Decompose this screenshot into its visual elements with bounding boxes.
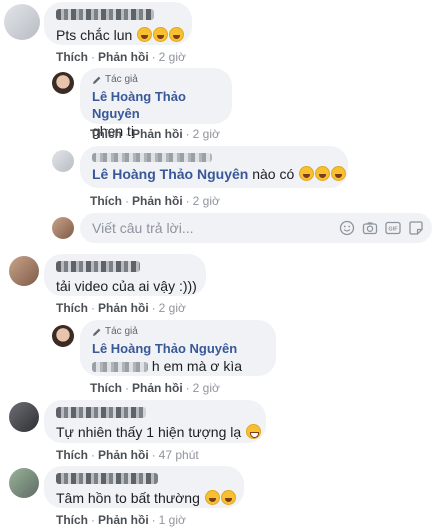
reply-link[interactable]: Phản hồi — [98, 448, 149, 462]
reply-link[interactable]: Phản hồi — [98, 301, 149, 315]
comment-actions: Thích · Phản hồi · 2 giờ — [90, 381, 220, 395]
comment-text: nào có — [252, 166, 295, 182]
commenter-name-blurred — [56, 473, 232, 486]
commenter-name-blurred — [56, 407, 254, 420]
mention-link[interactable]: Lê Hoàng Thảo Nguyên — [92, 166, 248, 182]
reply-link[interactable]: Phản hồi — [98, 513, 149, 527]
avatar[interactable] — [9, 468, 39, 498]
laughing-emoji — [220, 490, 236, 505]
gif-icon[interactable]: GIF — [385, 220, 401, 236]
reply-tools: GIF — [339, 220, 424, 236]
comment-bubble: Tâm hồn to bất thường — [44, 466, 244, 508]
laughing-emoji — [153, 27, 169, 42]
author-badge: Tác giả — [92, 325, 264, 338]
comment-text: Tự nhiên thấy 1 hiện tượng lạ — [56, 424, 242, 440]
comment-actions: Thích · Phản hồi · 2 giờ — [56, 301, 186, 315]
comment-text: h em mà ơ kìa — [151, 358, 242, 374]
commenter-name-blurred — [56, 9, 180, 23]
comment-bubble: Tự nhiên thấy 1 hiện tượng lạ — [44, 400, 266, 443]
avatar[interactable] — [9, 256, 39, 286]
pencil-icon — [93, 328, 101, 336]
comment-bubble: Tác giả Lê Hoàng Thảo Nguyên ghen tị — [80, 68, 232, 139]
comment-actions: Thích · Phản hồi · 2 giờ — [90, 127, 220, 141]
reply-box: GIF — [80, 213, 432, 243]
timestamp[interactable]: 1 giờ — [159, 513, 186, 527]
timestamp[interactable]: 2 giờ — [193, 381, 220, 395]
reply-input[interactable] — [92, 220, 339, 236]
comment-bubble: Lê Hoàng Thảo Nguyên nào có — [80, 146, 348, 188]
pencil-icon — [93, 76, 101, 84]
avatar[interactable] — [4, 4, 40, 40]
comment-actions: Thích · Phản hồi · 47 phút — [56, 448, 199, 462]
comment-actions: Thích · Phản hồi · 2 giờ — [90, 194, 220, 208]
like-link[interactable]: Thích — [56, 513, 88, 527]
svg-text:GIF: GIF — [388, 227, 398, 233]
avatar[interactable] — [52, 150, 74, 172]
reply-link[interactable]: Phản hồi — [132, 194, 183, 208]
emoji-icon[interactable] — [339, 220, 355, 236]
laughing-emoji — [137, 27, 153, 42]
timestamp[interactable]: 2 giờ — [159, 301, 186, 315]
smiling-emoji — [246, 424, 262, 439]
avatar[interactable] — [52, 325, 74, 347]
comment-actions: Thích · Phản hồi · 1 giờ — [56, 513, 186, 527]
sticker-icon[interactable] — [408, 220, 424, 236]
reply-link[interactable]: Phản hồi — [98, 50, 149, 64]
timestamp[interactable]: 47 phút — [159, 448, 199, 462]
like-link[interactable]: Thích — [56, 448, 88, 462]
author-badge: Tác giả — [92, 73, 220, 86]
laughing-emoji — [331, 166, 347, 181]
like-link[interactable]: Thích — [90, 194, 122, 208]
comment-text: Pts chắc lun — [56, 27, 133, 43]
laughing-emoji — [315, 166, 331, 181]
commenter-name-blurred — [92, 151, 336, 164]
current-user-avatar — [52, 217, 74, 239]
like-link[interactable]: Thích — [90, 127, 122, 141]
blurred-text — [92, 362, 148, 372]
timestamp[interactable]: 2 giờ — [193, 127, 220, 141]
laughing-emoji — [299, 166, 315, 181]
comment-bubble: tải video của ai vậy :))) — [44, 254, 206, 296]
laughing-emoji — [204, 490, 220, 505]
timestamp[interactable]: 2 giờ — [193, 194, 220, 208]
like-link[interactable]: Thích — [56, 301, 88, 315]
commenter-name-blurred — [56, 261, 194, 274]
comment-bubble: Tác giả Lê Hoàng Thảo Nguyên h em mà ơ k… — [80, 320, 276, 376]
commenter-name[interactable]: Lê Hoàng Thảo Nguyên — [92, 340, 264, 357]
comment-text: Tâm hồn to bất thường — [56, 490, 200, 506]
like-link[interactable]: Thích — [90, 381, 122, 395]
comment-bubble: Pts chắc lun — [44, 2, 192, 45]
timestamp[interactable]: 2 giờ — [159, 50, 186, 64]
avatar[interactable] — [52, 72, 74, 94]
reply-link[interactable]: Phản hồi — [132, 127, 183, 141]
commenter-name[interactable]: Lê Hoàng Thảo Nguyên — [92, 88, 220, 122]
laughing-emoji — [169, 27, 185, 42]
avatar[interactable] — [9, 402, 39, 432]
comment-actions: Thích · Phản hồi · 2 giờ — [56, 50, 186, 64]
comment-text: tải video của ai vậy :))) — [56, 278, 197, 294]
camera-icon[interactable] — [362, 220, 378, 236]
reply-link[interactable]: Phản hồi — [132, 381, 183, 395]
like-link[interactable]: Thích — [56, 50, 88, 64]
